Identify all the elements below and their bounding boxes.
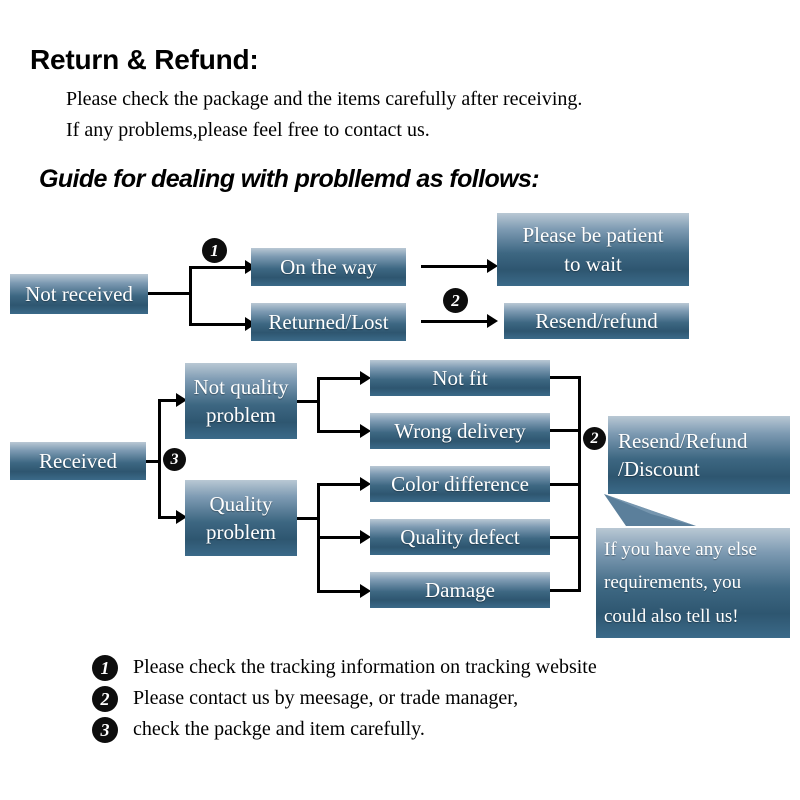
flow2-g1-stem [297, 400, 319, 403]
legend-badge: 1 [92, 655, 118, 681]
flow1-start-box: Not received [10, 274, 148, 314]
flow1-stem-line [148, 292, 192, 295]
flow2-split-line [158, 400, 161, 518]
flow1-split-line [189, 267, 192, 326]
legend-text: Please check the tracking information on… [133, 656, 597, 678]
page-root: Return & Refund: Please check the packag… [0, 0, 800, 800]
legend-badge: 2 [92, 686, 118, 712]
header-line-1: Please check the package and the items c… [66, 88, 583, 110]
flow2-not-quality-box: Not quality problem [185, 363, 297, 439]
flow2-badge-3: 3 [163, 448, 186, 471]
flow2-g1-to-wrong [317, 430, 365, 433]
flow1-badge-2: 2 [443, 288, 468, 313]
flow2-g2-to-color [317, 483, 365, 486]
flow2-collect-stub-5 [550, 589, 580, 592]
flow2-reason-box: Quality defect [370, 519, 550, 555]
flow2-g2-to-defect [317, 536, 365, 539]
flow2-reason-box: Wrong delivery [370, 413, 550, 449]
legend-text: check the packge and item carefully. [133, 718, 425, 740]
flow2-collect-stub-1 [550, 376, 580, 379]
flow2-collect-bus [578, 376, 581, 592]
flow1-result2-arrow [487, 314, 498, 328]
flow2-g1-to-notfit [317, 377, 365, 380]
flow2-collect-stub-4 [550, 536, 580, 539]
page-title: Return & Refund: [30, 44, 259, 75]
flow2-reason-box: Damage [370, 572, 550, 608]
flow2-g2-to-damage [317, 590, 365, 593]
flow2-start-box: Received [10, 442, 146, 480]
flow2-g2-stem [297, 517, 319, 520]
flow2-collect-stub-2 [550, 429, 580, 432]
flow1-branch2-line [189, 323, 247, 326]
flow1-result1-line [421, 265, 489, 268]
flow2-g1-split [317, 377, 320, 433]
flow1-branch1-line [189, 266, 247, 269]
flow1-result2-line [421, 320, 489, 323]
legend-badge: 3 [92, 717, 118, 743]
flow2-reason-box: Not fit [370, 360, 550, 396]
flow1-returned-lost-box: Returned/Lost [251, 303, 406, 341]
flow1-badge-1: 1 [202, 238, 227, 263]
legend-text: Please contact us by meesage, or trade m… [133, 687, 519, 709]
flow2-badge-2: 2 [583, 427, 606, 450]
flow1-be-patient-box: Please be patient to wait [497, 213, 689, 286]
flow1-on-the-way-box: On the way [251, 248, 406, 286]
flow2-reason-box: Color difference [370, 466, 550, 502]
flow1-resend-refund-box: Resend/refund [504, 303, 689, 339]
flow2-callout-box: If you have any else requirements, you c… [596, 528, 790, 638]
guide-subtitle: Guide for dealing with probllemd as foll… [39, 165, 540, 193]
flow2-resend-refund-discount-box: Resend/Refund /Discount [608, 416, 790, 494]
flow2-quality-box: Quality problem [185, 480, 297, 556]
flow2-collect-stub-3 [550, 483, 580, 486]
header-line-2: If any problems,please feel free to cont… [66, 119, 430, 141]
